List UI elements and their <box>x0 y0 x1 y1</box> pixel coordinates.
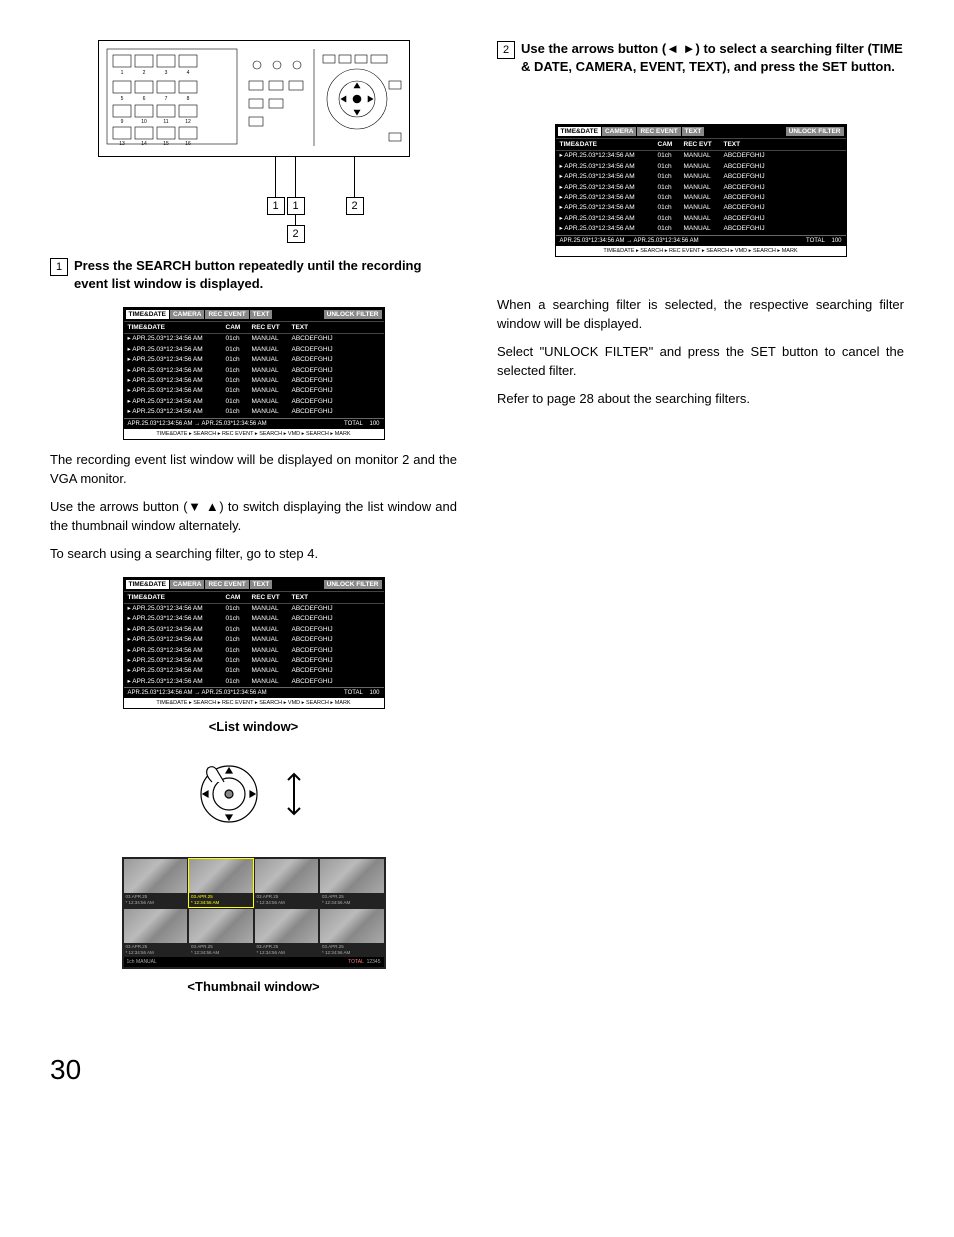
svg-text:8: 8 <box>186 96 189 102</box>
page-number: 30 <box>50 1054 904 1086</box>
table-row: ▸ APR.25.03*12:34:56 AM01chMANUALABCDEFG… <box>124 677 384 687</box>
table-row: ▸ APR.25.03*12:34:56 AM01chMANUALABCDEFG… <box>124 345 384 355</box>
svg-text:2: 2 <box>142 70 145 76</box>
svg-text:11: 11 <box>163 119 168 125</box>
list-rows-3: ▸ APR.25.03*12:34:56 AM01chMANUALABCDEFG… <box>556 151 846 234</box>
step-1: 1 Press the SEARCH button repeatedly unt… <box>50 257 457 293</box>
thumbnail-item: 03.APR.25* 12:34:56 AM <box>320 859 384 907</box>
svg-text:14: 14 <box>141 141 147 147</box>
svg-text:13: 13 <box>119 141 125 147</box>
table-row: ▸ APR.25.03*12:34:56 AM01chMANUALABCDEFG… <box>556 224 846 234</box>
table-row: ▸ APR.25.03*12:34:56 AM01chMANUALABCDEFG… <box>124 386 384 396</box>
svg-text:6: 6 <box>142 96 145 102</box>
list-rows-2: ▸ APR.25.03*12:34:56 AM01chMANUALABCDEFG… <box>124 604 384 687</box>
table-row: ▸ APR.25.03*12:34:56 AM01chMANUALABCDEFG… <box>124 366 384 376</box>
table-row: ▸ APR.25.03*12:34:56 AM01chMANUALABCDEFG… <box>556 183 846 193</box>
table-row: ▸ APR.25.03*12:34:56 AM01chMANUALABCDEFG… <box>124 625 384 635</box>
paragraph: To search using a searching filter, go t… <box>50 544 457 564</box>
paragraph: Refer to page 28 about the searching fil… <box>497 389 904 409</box>
svg-text:5: 5 <box>120 96 123 102</box>
list-window: TIME&DATE CAMERA REC EVENT TEXT UNLOCK F… <box>123 307 385 439</box>
svg-text:12: 12 <box>185 119 191 125</box>
table-row: ▸ APR.25.03*12:34:56 AM01chMANUALABCDEFG… <box>124 656 384 666</box>
table-row: ▸ APR.25.03*12:34:56 AM01chMANUALABCDEFG… <box>124 604 384 614</box>
list-window: TIME&DATE CAMERA REC EVENT TEXT UNLOCK F… <box>555 124 847 256</box>
table-row: ▸ APR.25.03*12:34:56 AM01chMANUALABCDEFG… <box>124 376 384 386</box>
jog-illustration <box>50 754 457 837</box>
svg-text:15: 15 <box>163 141 169 147</box>
thumbnail-item: 03.APR.25* 12:34:56 AM <box>255 859 319 907</box>
step-text: Press the SEARCH button repeatedly until… <box>74 257 457 293</box>
table-row: ▸ APR.25.03*12:34:56 AM01chMANUALABCDEFG… <box>124 407 384 417</box>
paragraph: The recording event list window will be … <box>50 450 457 489</box>
table-row: ▸ APR.25.03*12:34:56 AM01chMANUALABCDEFG… <box>556 151 846 161</box>
table-row: ▸ APR.25.03*12:34:56 AM01chMANUALABCDEFG… <box>124 334 384 344</box>
table-row: ▸ APR.25.03*12:34:56 AM01chMANUALABCDEFG… <box>556 172 846 182</box>
table-row: ▸ APR.25.03*12:34:56 AM01chMANUALABCDEFG… <box>124 646 384 656</box>
step-2: 2 Use the arrows button (◄ ►) to select … <box>497 40 904 76</box>
table-row: ▸ APR.25.03*12:34:56 AM01chMANUALABCDEFG… <box>124 355 384 365</box>
svg-text:1: 1 <box>120 70 123 76</box>
thumbnail-item: 03.APR.25* 12:34:56 AM <box>124 909 188 957</box>
list-tabs: TIME&DATE CAMERA REC EVENT TEXT UNLOCK F… <box>124 308 384 321</box>
list-caption: <List window> <box>50 719 457 734</box>
svg-text:16: 16 <box>185 141 191 147</box>
thumb-grid: 03.APR.25* 12:34:56 AM03.APR.25* 12:34:5… <box>124 859 384 957</box>
table-row: ▸ APR.25.03*12:34:56 AM01chMANUALABCDEFG… <box>124 666 384 676</box>
table-row: ▸ APR.25.03*12:34:56 AM01chMANUALABCDEFG… <box>124 397 384 407</box>
thumbnail-item: 03.APR.25* 12:34:56 AM <box>320 909 384 957</box>
table-row: ▸ APR.25.03*12:34:56 AM01chMANUALABCDEFG… <box>556 203 846 213</box>
svg-text:9: 9 <box>120 119 123 125</box>
thumbnail-item: 03.APR.25* 12:34:56 AM <box>255 909 319 957</box>
list-rows-1: ▸ APR.25.03*12:34:56 AM01chMANUALABCDEFG… <box>124 334 384 417</box>
table-row: ▸ APR.25.03*12:34:56 AM01chMANUALABCDEFG… <box>556 214 846 224</box>
table-row: ▸ APR.25.03*12:34:56 AM01chMANUALABCDEFG… <box>124 635 384 645</box>
paragraph: When a searching filter is selected, the… <box>497 295 904 334</box>
step-text: Use the arrows button (◄ ►) to select a … <box>521 40 904 76</box>
step-number: 2 <box>497 41 515 59</box>
table-row: ▸ APR.25.03*12:34:56 AM01chMANUALABCDEFG… <box>556 162 846 172</box>
svg-text:3: 3 <box>164 70 167 76</box>
svg-text:4: 4 <box>186 70 189 76</box>
paragraph: Select "UNLOCK FILTER" and press the SET… <box>497 342 904 381</box>
paragraph: Use the arrows button (▼ ▲) to switch di… <box>50 497 457 536</box>
list-window: TIME&DATE CAMERA REC EVENT TEXT UNLOCK F… <box>123 577 385 709</box>
thumbnail-item: 03.APR.25* 12:34:56 AM <box>189 859 253 907</box>
control-panel-diagram: 1234 5678 9101112 13141516 <box>98 40 410 157</box>
thumbnail-item: 03.APR.25* 12:34:56 AM <box>124 859 188 907</box>
table-row: ▸ APR.25.03*12:34:56 AM01chMANUALABCDEFG… <box>556 193 846 203</box>
thumbnail-window: 03.APR.25* 12:34:56 AM03.APR.25* 12:34:5… <box>122 857 386 969</box>
step-number: 1 <box>50 258 68 276</box>
svg-text:10: 10 <box>141 119 147 125</box>
table-row: ▸ APR.25.03*12:34:56 AM01chMANUALABCDEFG… <box>124 614 384 624</box>
thumbnail-item: 03.APR.25* 12:34:56 AM <box>189 909 253 957</box>
svg-text:7: 7 <box>164 96 167 102</box>
callout-area: 1 1 2 2 <box>99 167 409 227</box>
thumb-caption: <Thumbnail window> <box>50 979 457 994</box>
